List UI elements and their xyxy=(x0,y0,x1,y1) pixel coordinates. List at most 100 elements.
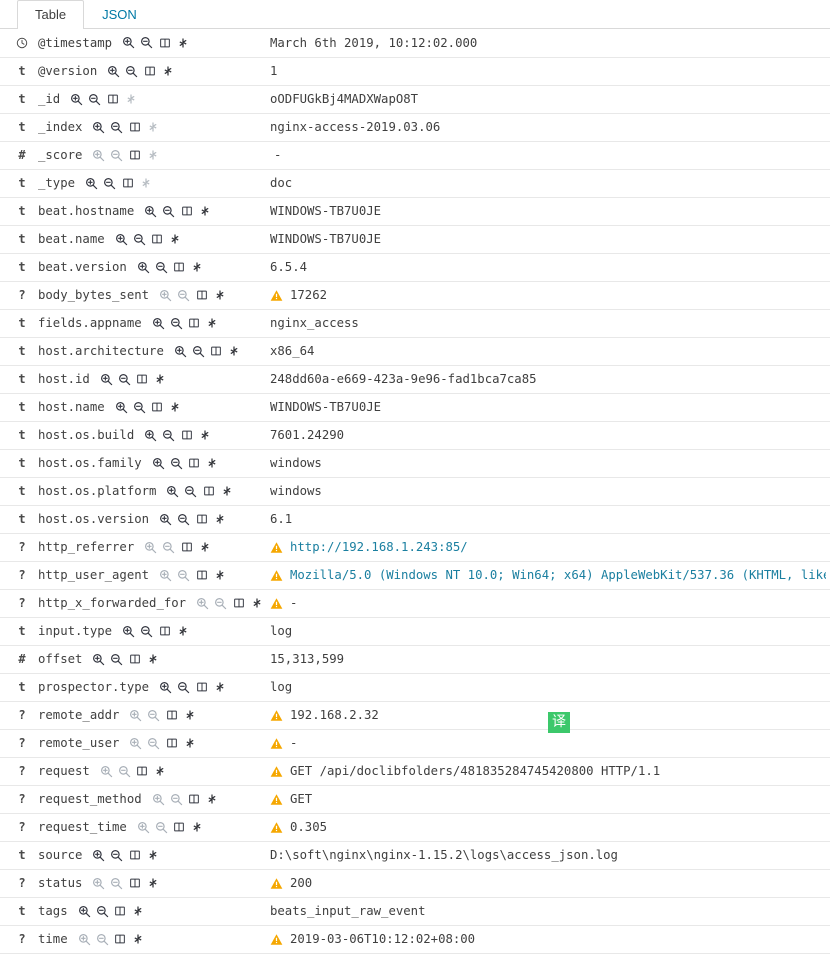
filter-out-value-button[interactable] xyxy=(161,427,176,443)
filter-field-present-button[interactable] xyxy=(249,595,264,611)
filter-out-value-button[interactable] xyxy=(169,315,184,331)
toggle-column-button[interactable] xyxy=(127,147,142,163)
filter-field-present-button[interactable] xyxy=(182,735,197,751)
filter-for-value-button[interactable] xyxy=(151,315,166,331)
toggle-column-button[interactable] xyxy=(127,119,142,135)
toggle-column-button[interactable] xyxy=(194,679,209,695)
filter-field-present-button[interactable] xyxy=(168,399,183,415)
filter-out-value-button[interactable] xyxy=(132,399,147,415)
filter-field-present-button[interactable] xyxy=(190,259,205,275)
filter-for-value-button[interactable] xyxy=(84,175,99,191)
filter-for-value-button[interactable] xyxy=(143,427,158,443)
filter-out-value-button[interactable] xyxy=(95,903,110,919)
filter-for-value-button[interactable] xyxy=(69,91,84,107)
filter-field-present-button[interactable] xyxy=(131,931,146,947)
toggle-column-button[interactable] xyxy=(135,763,150,779)
toggle-column-button[interactable] xyxy=(150,399,165,415)
toggle-column-button[interactable] xyxy=(187,791,202,807)
toggle-column-button[interactable] xyxy=(164,707,179,723)
toggle-column-button[interactable] xyxy=(157,35,172,51)
filter-out-value-button[interactable] xyxy=(102,175,117,191)
filter-field-present-button[interactable] xyxy=(212,567,227,583)
toggle-column-button[interactable] xyxy=(127,651,142,667)
filter-for-value-button[interactable] xyxy=(121,35,136,51)
tab-json[interactable]: JSON xyxy=(84,0,155,29)
filter-field-present-button[interactable] xyxy=(197,427,212,443)
tab-table[interactable]: Table xyxy=(17,0,85,29)
toggle-column-button[interactable] xyxy=(127,847,142,863)
toggle-column-button[interactable] xyxy=(105,91,120,107)
filter-field-present-button[interactable] xyxy=(145,847,160,863)
toggle-column-button[interactable] xyxy=(194,511,209,527)
filter-out-value-button[interactable] xyxy=(161,203,176,219)
toggle-column-button[interactable] xyxy=(194,567,209,583)
filter-out-value-button[interactable] xyxy=(117,371,132,387)
filter-field-present-button[interactable] xyxy=(205,455,220,471)
toggle-column-button[interactable] xyxy=(172,819,187,835)
toggle-column-button[interactable] xyxy=(135,371,150,387)
toggle-column-button[interactable] xyxy=(164,735,179,751)
filter-for-value-button[interactable] xyxy=(106,63,121,79)
field-value-link[interactable]: Mozilla/5.0 (Windows NT 10.0; Win64; x64… xyxy=(290,568,826,582)
filter-out-value-button[interactable] xyxy=(191,343,206,359)
filter-out-value-button[interactable] xyxy=(109,119,124,135)
filter-for-value-button[interactable] xyxy=(114,231,129,247)
toggle-column-button[interactable] xyxy=(142,63,157,79)
filter-for-value-button[interactable] xyxy=(143,203,158,219)
filter-field-present-button[interactable] xyxy=(153,371,168,387)
filter-out-value-button[interactable] xyxy=(109,847,124,863)
toggle-column-button[interactable] xyxy=(172,259,187,275)
toggle-column-button[interactable] xyxy=(201,483,216,499)
filter-field-present-button[interactable] xyxy=(227,343,242,359)
filter-field-present-button[interactable] xyxy=(153,763,168,779)
filter-field-present-button[interactable] xyxy=(145,651,160,667)
filter-field-present-button[interactable] xyxy=(175,35,190,51)
filter-for-value-button[interactable] xyxy=(158,679,173,695)
filter-field-present-button[interactable] xyxy=(197,203,212,219)
filter-field-present-button[interactable] xyxy=(182,707,197,723)
filter-field-present-button[interactable] xyxy=(197,539,212,555)
filter-field-present-button[interactable] xyxy=(212,679,227,695)
filter-field-present-button[interactable] xyxy=(212,511,227,527)
filter-for-value-button[interactable] xyxy=(91,847,106,863)
filter-out-value-button[interactable] xyxy=(124,63,139,79)
filter-field-present-button[interactable] xyxy=(175,623,190,639)
filter-field-present-button[interactable] xyxy=(219,483,234,499)
toggle-column-button[interactable] xyxy=(150,231,165,247)
filter-out-value-button[interactable] xyxy=(176,679,191,695)
filter-field-present-button[interactable] xyxy=(168,231,183,247)
filter-out-value-button[interactable] xyxy=(87,91,102,107)
filter-field-present-button[interactable] xyxy=(131,903,146,919)
toggle-column-button[interactable] xyxy=(120,175,135,191)
toggle-column-button[interactable] xyxy=(187,315,202,331)
filter-field-present-button[interactable] xyxy=(160,63,175,79)
filter-out-value-button[interactable] xyxy=(139,623,154,639)
filter-out-value-button[interactable] xyxy=(132,231,147,247)
toggle-column-button[interactable] xyxy=(113,903,128,919)
toggle-column-button[interactable] xyxy=(179,427,194,443)
filter-out-value-button[interactable] xyxy=(176,511,191,527)
toggle-column-button[interactable] xyxy=(187,455,202,471)
toggle-column-button[interactable] xyxy=(209,343,224,359)
filter-for-value-button[interactable] xyxy=(173,343,188,359)
filter-field-present-button[interactable] xyxy=(205,791,220,807)
filter-field-present-button[interactable] xyxy=(212,287,227,303)
filter-out-value-button[interactable] xyxy=(109,651,124,667)
filter-for-value-button[interactable] xyxy=(91,119,106,135)
filter-for-value-button[interactable] xyxy=(165,483,180,499)
field-value-link[interactable]: http://192.168.1.243:85/ xyxy=(290,540,468,554)
filter-for-value-button[interactable] xyxy=(91,651,106,667)
filter-for-value-button[interactable] xyxy=(77,903,92,919)
filter-for-value-button[interactable] xyxy=(136,259,151,275)
filter-for-value-button[interactable] xyxy=(158,511,173,527)
toggle-column-button[interactable] xyxy=(113,931,128,947)
filter-out-value-button[interactable] xyxy=(139,35,154,51)
toggle-column-button[interactable] xyxy=(127,875,142,891)
filter-out-value-button[interactable] xyxy=(183,483,198,499)
toggle-column-button[interactable] xyxy=(231,595,246,611)
filter-for-value-button[interactable] xyxy=(99,371,114,387)
filter-for-value-button[interactable] xyxy=(151,455,166,471)
toggle-column-button[interactable] xyxy=(179,539,194,555)
toggle-column-button[interactable] xyxy=(179,203,194,219)
toggle-column-button[interactable] xyxy=(157,623,172,639)
